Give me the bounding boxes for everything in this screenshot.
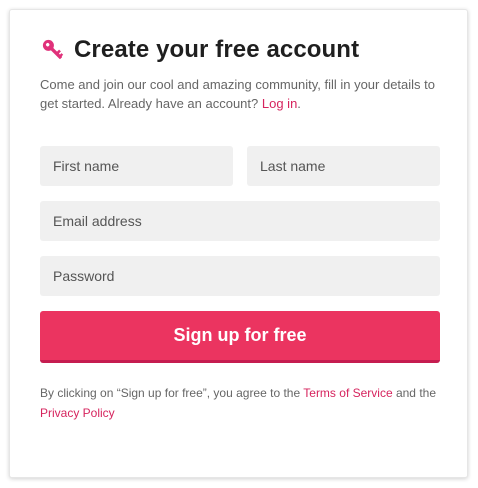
sign-up-button[interactable]: Sign up for free: [40, 311, 440, 363]
intro-trailing: .: [297, 96, 301, 111]
password-input[interactable]: [40, 256, 440, 296]
email-input[interactable]: [40, 201, 440, 241]
last-name-input[interactable]: [247, 146, 440, 186]
terms-text: By clicking on “Sign up for free”, you a…: [40, 383, 440, 423]
login-link[interactable]: Log in: [262, 96, 297, 111]
privacy-policy-link[interactable]: Privacy Policy: [40, 406, 115, 420]
signup-card: Create your free account Come and join o…: [9, 9, 468, 478]
intro-copy: Come and join our cool and amazing commu…: [40, 77, 436, 111]
terms-prefix: By clicking on “Sign up for free”, you a…: [40, 386, 304, 400]
card-header: Create your free account: [40, 36, 359, 64]
first-name-input[interactable]: [40, 146, 233, 186]
intro-text: Come and join our cool and amazing commu…: [40, 75, 440, 113]
page-title: Create your free account: [74, 36, 360, 63]
terms-of-service-link[interactable]: Terms of Service: [303, 386, 392, 400]
terms-middle: and the: [392, 386, 436, 400]
key-icon: [40, 37, 66, 63]
